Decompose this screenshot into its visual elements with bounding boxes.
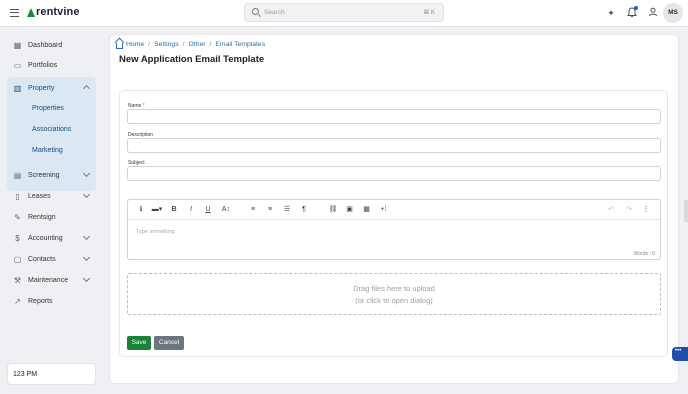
chart-icon: ↗	[14, 296, 21, 306]
sidebar-item-label: Accounting	[28, 234, 63, 242]
sidebar-item-maintenance[interactable]: ⚒ Maintenance	[7, 272, 96, 288]
save-button[interactable]: Save	[127, 336, 151, 350]
sidebar-item-label: Screening	[28, 171, 60, 179]
sidebar-item-rentsign[interactable]: ✎ Rentsign	[7, 209, 96, 225]
sidebar-item-contacts[interactable]: ▢ Contacts	[7, 251, 96, 267]
breadcrumb-settings[interactable]: Settings	[154, 41, 179, 48]
sidebar-item-property[interactable]: ▥ Property	[7, 80, 96, 96]
dropzone-text: Drag files here to upload	[353, 284, 435, 293]
undo-icon[interactable]: ↶	[606, 204, 616, 216]
home-icon	[116, 42, 123, 49]
breadcrumb-home[interactable]: Home	[126, 41, 144, 48]
chevron-down-icon	[82, 169, 91, 178]
search-shortcut: ⌘ K	[423, 10, 435, 16]
search-placeholder: Search	[264, 9, 285, 16]
underline-button[interactable]: U	[204, 204, 212, 216]
sidebar-item-label: Portfolios	[28, 61, 58, 69]
rich-text-editor[interactable]: ℹ ▬▾ B I U A↕ ≡ ≡ ☰ ¶ ⛓ ▣ ▦ +⁞ ↶ ↷ ⋮ Typ…	[127, 199, 661, 260]
wrench-icon: ⚒	[13, 275, 22, 285]
sidebar-item-label: Reports	[28, 297, 53, 305]
name-field[interactable]	[127, 109, 661, 124]
font-size-button[interactable]: A↕	[220, 204, 232, 216]
link-icon[interactable]: ⛓	[327, 204, 339, 216]
align-left-icon[interactable]: ≡	[248, 204, 258, 216]
sidebar-item-dashboard[interactable]: ▦ Dashboard	[7, 37, 96, 53]
cancel-button[interactable]: Cancel	[154, 336, 184, 350]
notification-dot	[634, 6, 638, 10]
word-count: Words : 0	[633, 251, 655, 257]
menu-icon[interactable]	[10, 9, 19, 17]
editor-toolbar: ℹ ▬▾ B I U A↕ ≡ ≡ ☰ ¶ ⛓ ▣ ▦ +⁞ ↶ ↷ ⋮	[128, 200, 660, 220]
redo-icon[interactable]: ↷	[624, 204, 634, 216]
chevron-down-icon	[82, 190, 91, 199]
building-icon: ▥	[13, 83, 22, 93]
sparkle-icon[interactable]: ✦	[605, 7, 617, 19]
chevron-down-icon	[82, 232, 91, 241]
more-icon[interactable]: ⋮	[641, 204, 651, 216]
side-panel-handle[interactable]	[684, 200, 688, 222]
insert-icon[interactable]: +⁞	[378, 204, 389, 216]
sidebar-item-label: Contacts	[28, 255, 56, 263]
folder-icon: ▭	[13, 60, 22, 70]
subject-field[interactable]	[127, 166, 661, 181]
sidebar-item-label: Leases	[28, 192, 51, 200]
chevron-down-icon	[82, 274, 91, 283]
sidebar-subitem-associations[interactable]: Associations	[32, 126, 71, 133]
table-icon[interactable]: ▦	[361, 204, 372, 216]
sidebar-subitem-properties[interactable]: Properties	[32, 105, 64, 112]
list-icon[interactable]: ☰	[282, 204, 292, 216]
image-icon[interactable]: ▣	[344, 204, 355, 216]
breadcrumb-separator: /	[209, 41, 212, 48]
sidebar-subitem-marketing[interactable]: Marketing	[32, 147, 63, 154]
avatar[interactable]: MS	[663, 3, 683, 23]
page-title: New Application Email Template	[119, 54, 265, 65]
search-icon	[252, 8, 259, 15]
bold-button[interactable]: B	[170, 204, 178, 216]
info-icon[interactable]: ℹ	[137, 204, 145, 216]
logo-icon	[27, 7, 35, 18]
sidebar-item-label: Rentsign	[28, 213, 56, 221]
top-bar: rentvine Search ⌘ K ✦ MS	[0, 0, 688, 27]
italic-button[interactable]: I	[187, 204, 195, 216]
breadcrumb-separator: /	[148, 41, 151, 48]
align-center-icon[interactable]: ≡	[265, 204, 275, 216]
chevron-up-icon	[82, 84, 91, 93]
grid-icon: ▦	[13, 40, 22, 50]
chevron-down-icon	[82, 253, 91, 262]
logo[interactable]: rentvine	[27, 6, 80, 18]
breadcrumb-other[interactable]: Other	[188, 41, 205, 48]
document-icon: ▤	[13, 170, 22, 180]
search-input[interactable]: Search ⌘ K	[244, 3, 444, 22]
sidebar-item-reports[interactable]: ↗ Reports	[7, 293, 96, 309]
paragraph-icon[interactable]: ¶	[299, 204, 309, 216]
dollar-icon: $	[15, 233, 20, 243]
breadcrumb-email-templates[interactable]: Email Templates	[215, 41, 265, 48]
file-dropzone[interactable]: Drag files here to upload (or click to o…	[127, 273, 661, 315]
sidebar-item-leases[interactable]: ▯ Leases	[7, 188, 96, 204]
pen-icon: ✎	[14, 212, 21, 222]
logo-text: rentvine	[36, 6, 80, 18]
time-display: 123 PM	[7, 363, 96, 385]
sidebar-item-portfolios[interactable]: ▭ Portfolios	[7, 57, 96, 73]
breadcrumb: Home / Settings / Other / Email Template…	[116, 41, 265, 49]
sidebar-item-label: Maintenance	[28, 276, 69, 284]
text-style-dropdown-icon[interactable]: ▬▾	[150, 204, 164, 216]
sidebar: ▦ Dashboard ▭ Portfolios ▥ Property Prop…	[0, 28, 104, 394]
bell-icon[interactable]	[626, 6, 638, 19]
sidebar-item-label: Dashboard	[28, 41, 63, 49]
sidebar-item-label: Property	[28, 84, 55, 92]
sidebar-item-screening[interactable]: ▤ Screening	[7, 167, 96, 183]
breadcrumb-separator: /	[182, 41, 185, 48]
description-field[interactable]	[127, 138, 661, 153]
sidebar-item-accounting[interactable]: $ Accounting	[7, 230, 96, 246]
file-icon: ▯	[15, 191, 20, 201]
book-icon: ▢	[13, 254, 22, 264]
user-icon[interactable]	[647, 7, 659, 19]
dropzone-subtext: (or click to open dialog)	[355, 296, 433, 305]
chat-icon[interactable]	[672, 347, 688, 361]
editor-placeholder: Type something	[136, 229, 175, 235]
